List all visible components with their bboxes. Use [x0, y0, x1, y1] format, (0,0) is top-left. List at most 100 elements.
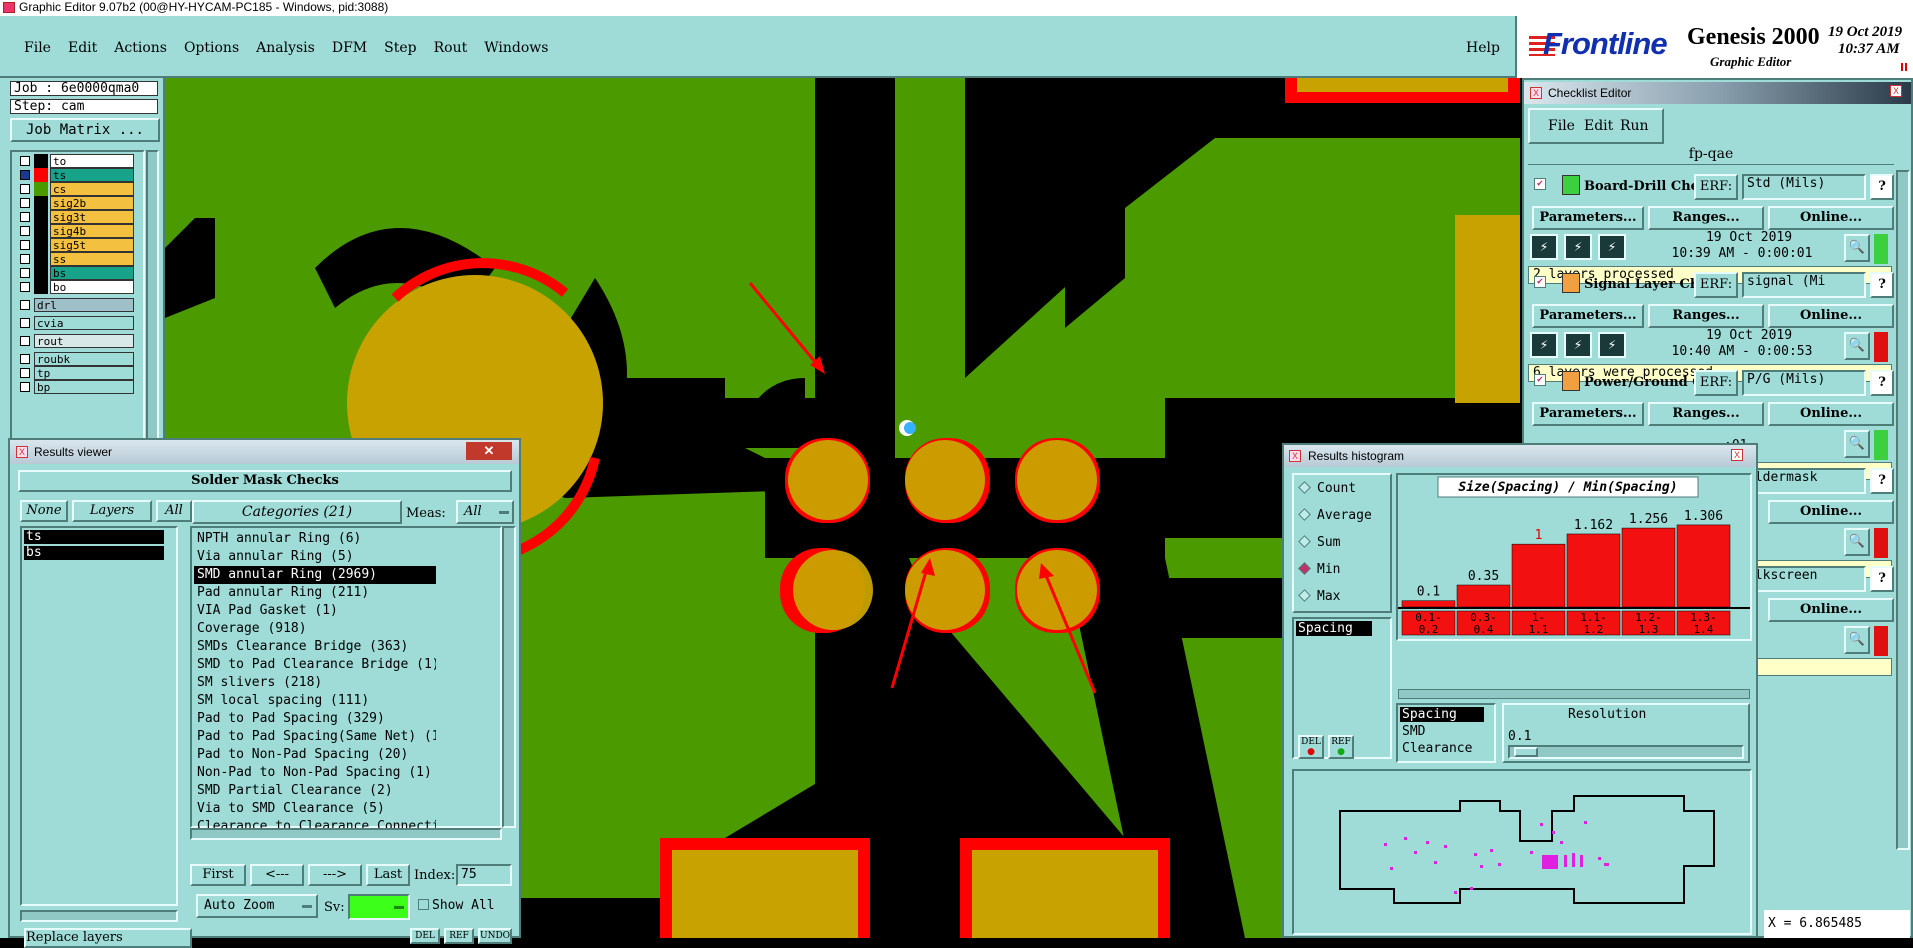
resolution-slider[interactable]: [1508, 745, 1744, 759]
first-button[interactable]: First: [190, 864, 246, 886]
layer-checkbox[interactable]: [20, 240, 30, 250]
category-scrollbar[interactable]: [502, 526, 516, 828]
option-max[interactable]: Max: [1298, 589, 1340, 604]
parameters-button[interactable]: Parameters...: [1532, 402, 1644, 426]
undo-button[interactable]: UNDO: [478, 928, 512, 944]
slider-handle[interactable]: [1514, 747, 1538, 757]
category-item[interactable]: Non-Pad to Non-Pad Spacing (1): [194, 764, 436, 782]
layer-name[interactable]: roubk: [34, 352, 134, 366]
histogram-bar[interactable]: [1621, 527, 1676, 608]
category-item[interactable]: Pad to Pad Spacing (329): [194, 710, 436, 728]
layer-row-cvia[interactable]: cvia: [12, 316, 134, 330]
erf-value[interactable]: Std (Mils): [1742, 174, 1866, 200]
histogram-bar[interactable]: [1511, 543, 1566, 608]
zoom-icon[interactable]: 🔍: [1844, 234, 1870, 262]
category-item[interactable]: Coverage (918): [194, 620, 436, 638]
menu-rout[interactable]: Rout: [434, 40, 468, 56]
check-enabled-checkbox[interactable]: ✔: [1534, 178, 1546, 190]
index-input[interactable]: 75: [456, 864, 512, 886]
last-button[interactable]: Last: [366, 864, 410, 886]
checklist-menu-file[interactable]: File: [1548, 118, 1575, 134]
option-sum[interactable]: Sum: [1298, 535, 1340, 550]
layer-checkbox[interactable]: [20, 354, 30, 364]
zoom-icon[interactable]: 🔍: [1844, 430, 1870, 458]
layer-name[interactable]: ss: [50, 252, 134, 266]
previous-button[interactable]: <---: [250, 864, 304, 886]
menu-edit[interactable]: Edit: [68, 40, 97, 56]
value-list-item[interactable]: Spacing: [1400, 707, 1484, 722]
run-action-icon[interactable]: ⚡: [1564, 234, 1592, 260]
histogram-bar[interactable]: [1566, 533, 1621, 608]
close-icon[interactable]: X: [1731, 449, 1743, 461]
layer-color-swatch[interactable]: [34, 154, 48, 168]
layer-checkbox[interactable]: [20, 268, 30, 278]
value-list-item[interactable]: Clearance: [1400, 741, 1472, 756]
layers-tab[interactable]: Layers: [72, 500, 152, 522]
layer-color-swatch[interactable]: [34, 238, 48, 252]
result-layer-item[interactable]: ts: [24, 530, 164, 544]
layer-row-bp[interactable]: bp: [12, 380, 134, 394]
check-enabled-checkbox[interactable]: ✔: [1534, 276, 1546, 288]
radio-diamond-icon[interactable]: [1298, 535, 1311, 548]
layer-row-to[interactable]: to: [12, 154, 134, 168]
layer-name[interactable]: cs: [50, 182, 134, 196]
parameters-button[interactable]: Parameters...: [1532, 304, 1644, 328]
parameters-button[interactable]: Parameters...: [1532, 206, 1644, 230]
meas-dropdown[interactable]: All: [456, 500, 514, 524]
replace-layers-button[interactable]: Replace layers: [24, 928, 192, 948]
online-button[interactable]: Online...: [1768, 304, 1894, 328]
ranges-button[interactable]: Ranges...: [1648, 402, 1764, 426]
layer-name[interactable]: drl: [34, 298, 134, 312]
option-min[interactable]: Min: [1298, 562, 1340, 577]
layer-name[interactable]: bs: [50, 266, 134, 280]
layer-row-ts[interactable]: ts: [12, 168, 134, 182]
layer-checkbox[interactable]: [20, 368, 30, 378]
layer-name[interactable]: tp: [34, 366, 134, 380]
run-action-icon[interactable]: ⚡: [1598, 234, 1626, 260]
layer-checkbox[interactable]: [20, 382, 30, 392]
checklist-menu-edit[interactable]: Edit: [1584, 118, 1613, 134]
erf-label[interactable]: ERF:: [1694, 370, 1738, 396]
ref-button[interactable]: REF: [444, 928, 474, 944]
erf-value[interactable]: ilkscreen: [1742, 566, 1866, 592]
layer-row-rout[interactable]: rout: [12, 334, 134, 348]
online-button[interactable]: Online...: [1768, 598, 1894, 622]
ranges-button[interactable]: Ranges...: [1648, 206, 1764, 230]
category-item[interactable]: VIA Pad Gasket (1): [194, 602, 436, 620]
layer-color-swatch[interactable]: [34, 266, 48, 280]
layer-name[interactable]: bp: [34, 380, 134, 394]
check-enabled-checkbox[interactable]: ✔: [1534, 374, 1546, 386]
del-button[interactable]: DEL: [410, 928, 440, 944]
help-icon[interactable]: ?: [1870, 468, 1894, 494]
checklist-menu-run[interactable]: Run: [1620, 118, 1649, 134]
zoom-icon[interactable]: 🔍: [1844, 528, 1870, 556]
menu-actions[interactable]: Actions: [114, 40, 167, 56]
erf-value[interactable]: oldermask: [1742, 468, 1866, 494]
layer-row-bs[interactable]: bs: [12, 266, 134, 280]
online-button[interactable]: Online...: [1768, 500, 1894, 524]
category-hscrollbar[interactable]: [190, 828, 502, 840]
all-layers-button[interactable]: All: [156, 500, 192, 522]
layer-row-roubk[interactable]: roubk: [12, 352, 134, 366]
histogram-scroll[interactable]: [1398, 689, 1750, 699]
layer-row-sig4b[interactable]: sig4b: [12, 224, 134, 238]
layer-checkbox[interactable]: [20, 300, 30, 310]
bottom-hscrollbar[interactable]: [20, 910, 178, 922]
close-icon[interactable]: X: [1890, 85, 1902, 97]
help-icon[interactable]: ?: [1870, 370, 1894, 396]
layer-name[interactable]: cvia: [34, 316, 134, 330]
zoom-dropdown[interactable]: Auto Zoom: [196, 894, 318, 918]
option-average[interactable]: Average: [1298, 508, 1372, 523]
layer-checkbox[interactable]: [20, 156, 30, 166]
erf-label[interactable]: ERF:: [1694, 174, 1738, 200]
layer-row-cs[interactable]: cs: [12, 182, 134, 196]
run-action-icon[interactable]: ⚡: [1564, 332, 1592, 358]
menu-options[interactable]: Options: [184, 40, 239, 56]
erf-value[interactable]: signal (Mi: [1742, 272, 1866, 298]
layer-checkbox[interactable]: [20, 198, 30, 208]
layer-name[interactable]: sig4b: [50, 224, 134, 238]
radio-diamond-icon[interactable]: [1298, 562, 1311, 575]
ranges-button[interactable]: Ranges...: [1648, 304, 1764, 328]
close-icon[interactable]: ✕: [466, 442, 512, 460]
layer-row-sig3t[interactable]: sig3t: [12, 210, 134, 224]
